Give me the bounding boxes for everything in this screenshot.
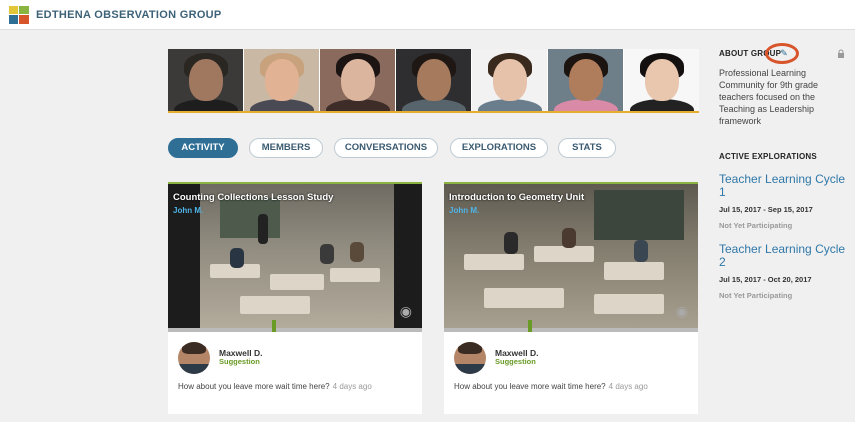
comment-body: How about you leave more wait time here?: [178, 382, 330, 391]
video-thumbnail[interactable]: Introduction to Geometry Unit John M. ◉: [444, 182, 698, 328]
video-title[interactable]: Counting Collections Lesson Study: [173, 192, 333, 203]
comment-type: Suggestion: [495, 357, 536, 366]
exploration-link[interactable]: Teacher Learning Cycle 1: [719, 173, 847, 199]
activity-card[interactable]: Introduction to Geometry Unit John M. ◉ …: [444, 182, 698, 414]
member-photo[interactable]: [244, 49, 320, 111]
exploration-link[interactable]: Teacher Learning Cycle 2: [719, 243, 847, 269]
member-photo[interactable]: [548, 49, 624, 111]
member-photo[interactable]: [320, 49, 396, 111]
tab-members[interactable]: MEMBERS: [249, 138, 323, 158]
comment-marker[interactable]: [272, 320, 277, 332]
member-photo[interactable]: [624, 49, 699, 111]
video-author[interactable]: John M.: [449, 206, 479, 215]
video-timeline[interactable]: [444, 320, 698, 332]
active-explorations-heading: ACTIVE EXPLORATIONS: [719, 152, 817, 161]
tab-stats[interactable]: STATS: [558, 138, 616, 158]
activity-card[interactable]: Counting Collections Lesson Study John M…: [168, 182, 422, 414]
video-author[interactable]: John M.: [173, 206, 203, 215]
tab-explorations[interactable]: EXPLORATIONS: [450, 138, 548, 158]
exploration-status: Not Yet Participating: [719, 291, 793, 300]
video-timeline[interactable]: [168, 320, 422, 332]
comment-time: 4 days ago: [608, 382, 648, 391]
member-photo[interactable]: [396, 49, 472, 111]
tab-conversations[interactable]: CONVERSATIONS: [334, 138, 438, 158]
comment-text: How about you leave more wait time here?…: [454, 382, 648, 391]
exploration-item: Teacher Learning Cycle 2 Jul 15, 2017 - …: [719, 243, 847, 301]
comment-text: How about you leave more wait time here?…: [178, 382, 372, 391]
edthena-logo-icon[interactable]: [9, 6, 29, 24]
tab-activity[interactable]: ACTIVITY: [168, 138, 238, 158]
exploration-dates: Jul 15, 2017 - Sep 15, 2017: [719, 205, 813, 214]
comment-marker[interactable]: [527, 320, 532, 332]
lock-icon: [838, 49, 844, 58]
exploration-dates: Jul 15, 2017 - Oct 20, 2017: [719, 275, 812, 284]
lightbulb-icon: ◉: [675, 303, 688, 319]
about-group-text: Professional Learning Community for 9th …: [719, 68, 819, 126]
group-sidebar: ABOUT GROUP ✎ Professional Learning Comm…: [719, 43, 847, 301]
pencil-icon[interactable]: ✎: [777, 46, 791, 60]
video-thumbnail[interactable]: Counting Collections Lesson Study John M…: [168, 182, 422, 328]
member-photo[interactable]: [472, 49, 548, 111]
member-photos-strip: [168, 49, 699, 113]
top-bar: EDTHENA OBSERVATION GROUP: [0, 0, 855, 30]
member-photo[interactable]: [168, 49, 244, 111]
group-title[interactable]: EDTHENA OBSERVATION GROUP: [36, 9, 222, 21]
avatar: [178, 342, 210, 374]
lightbulb-icon: ◉: [399, 303, 412, 319]
comment-time: 4 days ago: [332, 382, 372, 391]
video-title[interactable]: Introduction to Geometry Unit: [449, 192, 584, 203]
avatar: [454, 342, 486, 374]
comment-body: How about you leave more wait time here?: [454, 382, 606, 391]
comment-type: Suggestion: [219, 357, 260, 366]
exploration-item: Teacher Learning Cycle 1 Jul 15, 2017 - …: [719, 173, 847, 231]
exploration-status: Not Yet Participating: [719, 221, 793, 230]
